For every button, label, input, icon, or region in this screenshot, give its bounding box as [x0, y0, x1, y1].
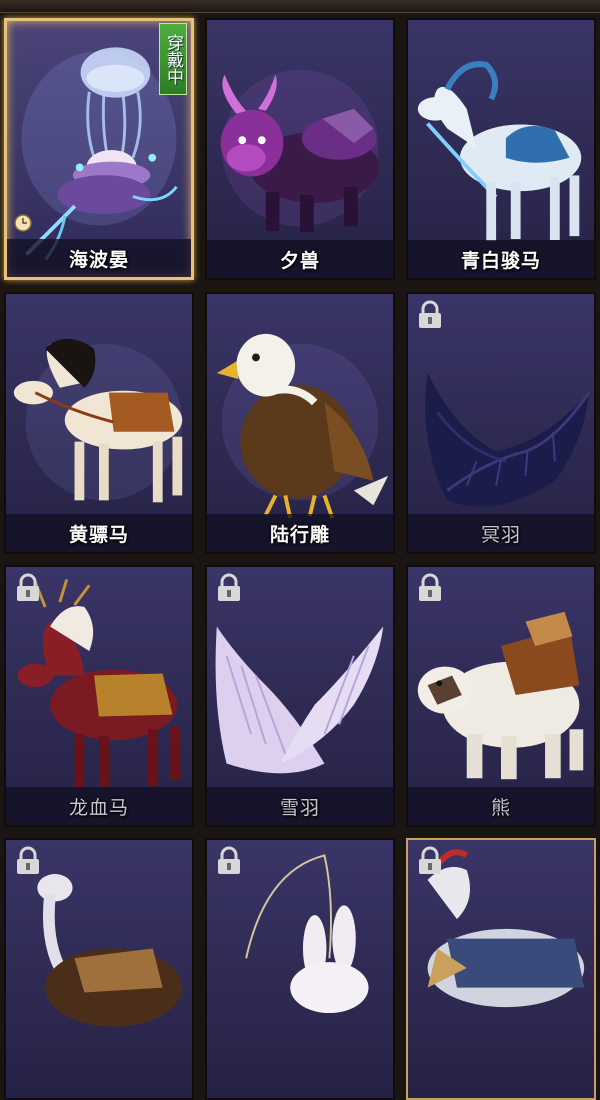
mount-name: 龙血马 — [68, 796, 129, 819]
mount-card-ostrich[interactable] — [4, 838, 194, 1100]
mount-name: 冥羽 — [480, 523, 521, 546]
clock-icon — [14, 214, 32, 232]
mount-card-nian-beast[interactable]: 夕兽 — [205, 18, 395, 280]
lock-icon — [218, 846, 240, 874]
mount-name: 海波晏 — [68, 248, 129, 271]
ostrich-mount-art — [37, 874, 183, 1027]
mount-name: 陆行雕 — [269, 523, 330, 546]
mount-name: 夕兽 — [279, 249, 320, 272]
rabbit-mount-art — [245, 854, 369, 1014]
mount-card-dragon-blood-horse[interactable]: 龙血马 — [4, 565, 194, 827]
mount-name-bar: 黄骠马 — [6, 514, 192, 552]
wearing-badge: 穿戴中 — [159, 23, 187, 95]
mount-card-yellow-horse[interactable]: 黄骠马 — [4, 292, 194, 554]
mount-name-bar: 雪羽 — [207, 787, 393, 825]
mount-name-bar: 海波晏 — [7, 239, 191, 277]
mount-card-rabbit[interactable] — [205, 838, 395, 1100]
mount-name: 雪羽 — [279, 796, 320, 819]
armored-horse-art — [427, 849, 585, 1008]
mount-card-bear[interactable]: 熊 — [406, 565, 596, 827]
lock-icon — [17, 573, 39, 601]
mount-grid: 穿戴中 海波晏 夕兽 青白骏马 黄骠马 陆行雕 冥羽 龙血马 雪羽 熊 — [0, 12, 600, 1100]
lock-icon — [419, 846, 441, 874]
mount-card-armored-horse[interactable] — [406, 838, 596, 1100]
mount-name: 熊 — [490, 796, 511, 819]
lock-icon — [419, 300, 441, 328]
mount-name: 青白骏马 — [460, 249, 541, 272]
mount-name-bar: 熊 — [408, 787, 594, 825]
mount-card-eagle[interactable]: 陆行雕 — [205, 292, 395, 554]
lock-icon — [17, 846, 39, 874]
mount-name-bar: 冥羽 — [408, 514, 594, 552]
mount-name-bar: 陆行雕 — [207, 514, 393, 552]
lock-icon — [218, 573, 240, 601]
mount-name-bar: 龙血马 — [6, 787, 192, 825]
mount-card-jellyfish[interactable]: 穿戴中 海波晏 — [4, 18, 194, 280]
mount-card-snow-wings[interactable]: 雪羽 — [205, 565, 395, 827]
mount-card-dark-wings[interactable]: 冥羽 — [406, 292, 596, 554]
lock-icon — [419, 573, 441, 601]
mount-card-blue-white-horse[interactable]: 青白骏马 — [406, 18, 596, 280]
mount-name: 黄骠马 — [68, 523, 129, 546]
mount-name-bar: 夕兽 — [207, 240, 393, 278]
mount-name-bar: 青白骏马 — [408, 240, 594, 278]
